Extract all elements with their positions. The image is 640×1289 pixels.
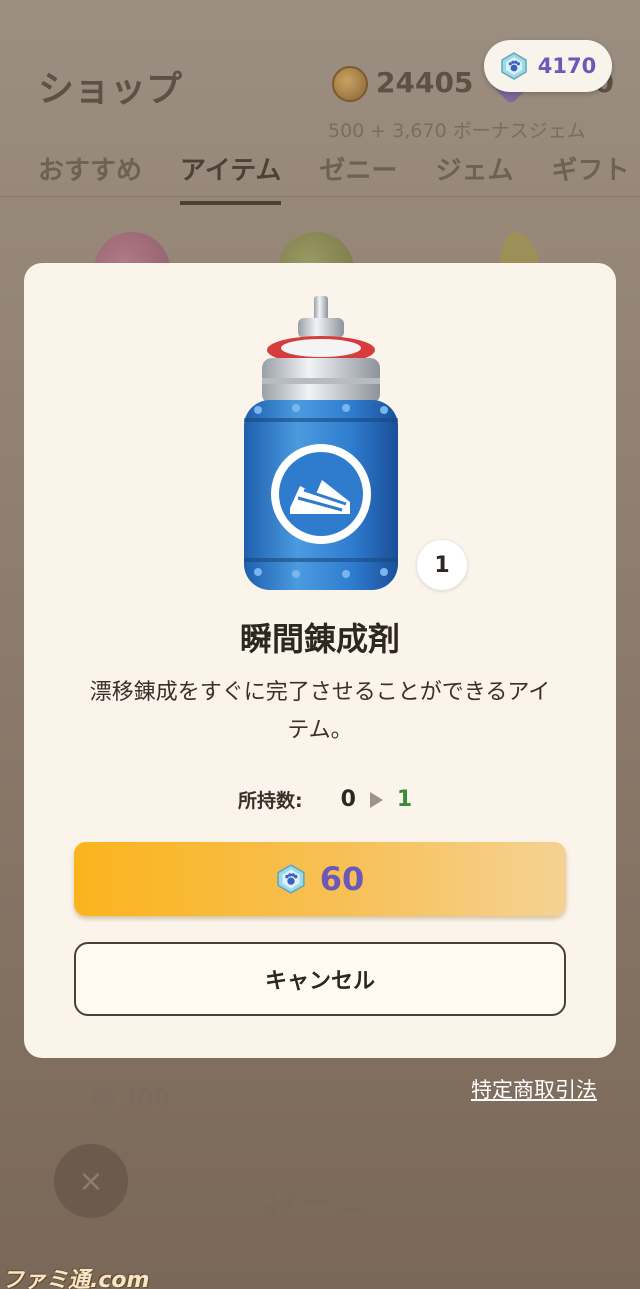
close-icon[interactable]: × (54, 1144, 128, 1218)
gem-balance-pill[interactable]: 4170 (484, 40, 612, 92)
item-name: 瞬間錬成剤 (239, 620, 400, 658)
cancel-button[interactable]: キャンセル (74, 942, 566, 1016)
gem-icon (277, 864, 305, 894)
triangle-right-icon (369, 791, 383, 808)
owned-count-current: 0 (340, 787, 356, 812)
item-description: 漂移錬成をすぐに完了させることができるアイテム。 (89, 680, 551, 743)
zenny-balance: 24405 (376, 66, 474, 99)
buy-price: 60 (319, 860, 365, 898)
shop-item-price-value: 300 (120, 1084, 171, 1112)
page-title: ショップ (38, 69, 183, 110)
legal-notice-link[interactable]: 特定商取引法 (471, 1074, 597, 1104)
owned-count-row: 所持数: 0 1 (238, 786, 412, 813)
instant-alchemy-canister-image (244, 296, 398, 590)
owned-count-label: 所持数: (238, 790, 303, 812)
gem-icon (501, 52, 527, 80)
gem-balance: 4170 (537, 54, 597, 78)
tab-divider (0, 196, 640, 197)
watermark-logo: ファミ通.com (2, 1268, 150, 1289)
quantity-badge: 1 (417, 540, 467, 590)
shop-item-price: 300 (92, 1084, 170, 1112)
bonus-gem-text: 500 + 3,670 ボーナスジェム (328, 120, 586, 142)
gem-icon (92, 1087, 114, 1109)
section-heading: ゼニー (262, 1191, 371, 1232)
owned-count-after: 1 (396, 787, 413, 812)
coin-icon (332, 66, 368, 102)
buy-button[interactable]: 60 (74, 842, 566, 916)
